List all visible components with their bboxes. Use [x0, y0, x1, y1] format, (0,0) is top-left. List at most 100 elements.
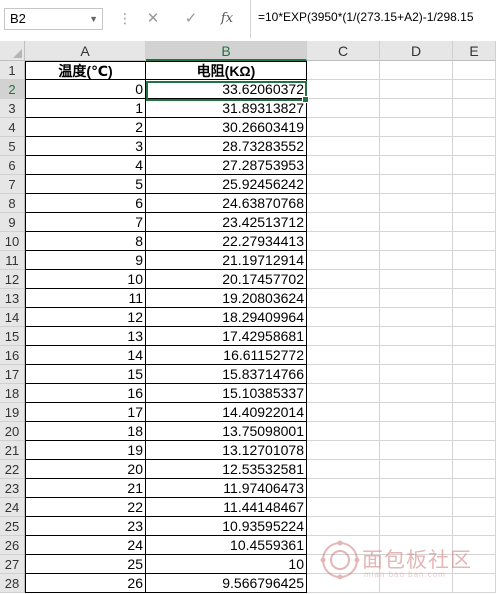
cell-e7[interactable] — [453, 175, 496, 194]
cell-a5[interactable]: 3 — [25, 137, 146, 156]
column-header-d[interactable]: D — [380, 41, 453, 61]
row-header-27[interactable]: 27 — [0, 555, 25, 574]
cell-b7[interactable]: 25.92456242 — [146, 175, 307, 194]
cell-e1[interactable] — [453, 61, 496, 80]
cell-b26[interactable]: 10.4559361 — [146, 536, 307, 555]
cell-d23[interactable] — [380, 479, 453, 498]
cell-c24[interactable] — [307, 498, 380, 517]
cell-b20[interactable]: 13.75098001 — [146, 422, 307, 441]
cell-c21[interactable] — [307, 441, 380, 460]
row-header-8[interactable]: 8 — [0, 194, 25, 213]
cell-e11[interactable] — [453, 251, 496, 270]
cell-e20[interactable] — [453, 422, 496, 441]
row-header-14[interactable]: 14 — [0, 308, 25, 327]
row-header-7[interactable]: 7 — [0, 175, 25, 194]
cell-d10[interactable] — [380, 232, 453, 251]
cell-d19[interactable] — [380, 403, 453, 422]
cell-d9[interactable] — [380, 213, 453, 232]
cell-a2[interactable]: 0 — [25, 80, 146, 99]
cell-c9[interactable] — [307, 213, 380, 232]
cell-e8[interactable] — [453, 194, 496, 213]
cell-b28[interactable]: 9.566796425 — [146, 574, 307, 593]
cell-d25[interactable] — [380, 517, 453, 536]
cell-e4[interactable] — [453, 118, 496, 137]
cell-a28[interactable]: 26 — [25, 574, 146, 593]
cell-a3[interactable]: 1 — [25, 99, 146, 118]
row-header-26[interactable]: 26 — [0, 536, 25, 555]
cell-e12[interactable] — [453, 270, 496, 289]
cell-d8[interactable] — [380, 194, 453, 213]
row-header-13[interactable]: 13 — [0, 289, 25, 308]
drag-handle-icon[interactable]: ⋮ — [118, 10, 132, 27]
cell-b8[interactable]: 24.63870768 — [146, 194, 307, 213]
cell-c16[interactable] — [307, 346, 380, 365]
row-header-5[interactable]: 5 — [0, 137, 25, 156]
cell-b9[interactable]: 23.42513712 — [146, 213, 307, 232]
row-header-20[interactable]: 20 — [0, 422, 25, 441]
row-header-24[interactable]: 24 — [0, 498, 25, 517]
cell-a15[interactable]: 13 — [25, 327, 146, 346]
cell-b19[interactable]: 14.40922014 — [146, 403, 307, 422]
cell-e14[interactable] — [453, 308, 496, 327]
cell-c8[interactable] — [307, 194, 380, 213]
row-header-1[interactable]: 1 — [0, 61, 25, 80]
column-header-a[interactable]: A — [25, 41, 146, 61]
cell-a9[interactable]: 7 — [25, 213, 146, 232]
cell-d15[interactable] — [380, 327, 453, 346]
cell-a10[interactable]: 8 — [25, 232, 146, 251]
cell-c15[interactable] — [307, 327, 380, 346]
cell-c18[interactable] — [307, 384, 380, 403]
cell-d17[interactable] — [380, 365, 453, 384]
cell-b3[interactable]: 31.89313827 — [146, 99, 307, 118]
cell-e13[interactable] — [453, 289, 496, 308]
cell-a8[interactable]: 6 — [25, 194, 146, 213]
cell-c7[interactable] — [307, 175, 380, 194]
cell-c10[interactable] — [307, 232, 380, 251]
chevron-down-icon[interactable]: ▼ — [89, 9, 98, 29]
cell-d22[interactable] — [380, 460, 453, 479]
cell-a25[interactable]: 23 — [25, 517, 146, 536]
cell-d7[interactable] — [380, 175, 453, 194]
cell-a26[interactable]: 24 — [25, 536, 146, 555]
row-header-2[interactable]: 2 — [0, 80, 25, 99]
enter-icon[interactable]: ✓ — [181, 9, 201, 29]
cell-a16[interactable]: 14 — [25, 346, 146, 365]
cell-d4[interactable] — [380, 118, 453, 137]
cell-d18[interactable] — [380, 384, 453, 403]
cell-b5[interactable]: 28.73283552 — [146, 137, 307, 156]
cell-a17[interactable]: 15 — [25, 365, 146, 384]
row-header-16[interactable]: 16 — [0, 346, 25, 365]
cell-a7[interactable]: 5 — [25, 175, 146, 194]
cell-b22[interactable]: 12.53532581 — [146, 460, 307, 479]
row-header-28[interactable]: 28 — [0, 574, 25, 593]
row-header-19[interactable]: 19 — [0, 403, 25, 422]
row-header-12[interactable]: 12 — [0, 270, 25, 289]
cell-e24[interactable] — [453, 498, 496, 517]
cell-b12[interactable]: 20.17457702 — [146, 270, 307, 289]
cell-c22[interactable] — [307, 460, 380, 479]
cell-b10[interactable]: 22.27934413 — [146, 232, 307, 251]
cell-d3[interactable] — [380, 99, 453, 118]
cell-d13[interactable] — [380, 289, 453, 308]
cell-e3[interactable] — [453, 99, 496, 118]
cell-b6[interactable]: 27.28753953 — [146, 156, 307, 175]
cell-c19[interactable] — [307, 403, 380, 422]
cell-c14[interactable] — [307, 308, 380, 327]
cell-a18[interactable]: 16 — [25, 384, 146, 403]
row-header-4[interactable]: 4 — [0, 118, 25, 137]
cell-d1[interactable] — [380, 61, 453, 80]
cell-a20[interactable]: 18 — [25, 422, 146, 441]
cell-a22[interactable]: 20 — [25, 460, 146, 479]
row-header-6[interactable]: 6 — [0, 156, 25, 175]
cell-a13[interactable]: 11 — [25, 289, 146, 308]
cell-d11[interactable] — [380, 251, 453, 270]
cell-e9[interactable] — [453, 213, 496, 232]
row-header-22[interactable]: 22 — [0, 460, 25, 479]
cell-a12[interactable]: 10 — [25, 270, 146, 289]
cell-c23[interactable] — [307, 479, 380, 498]
row-header-18[interactable]: 18 — [0, 384, 25, 403]
cell-d20[interactable] — [380, 422, 453, 441]
name-box[interactable]: B2 ▼ — [4, 8, 103, 30]
cell-e21[interactable] — [453, 441, 496, 460]
cell-a27[interactable]: 25 — [25, 555, 146, 574]
